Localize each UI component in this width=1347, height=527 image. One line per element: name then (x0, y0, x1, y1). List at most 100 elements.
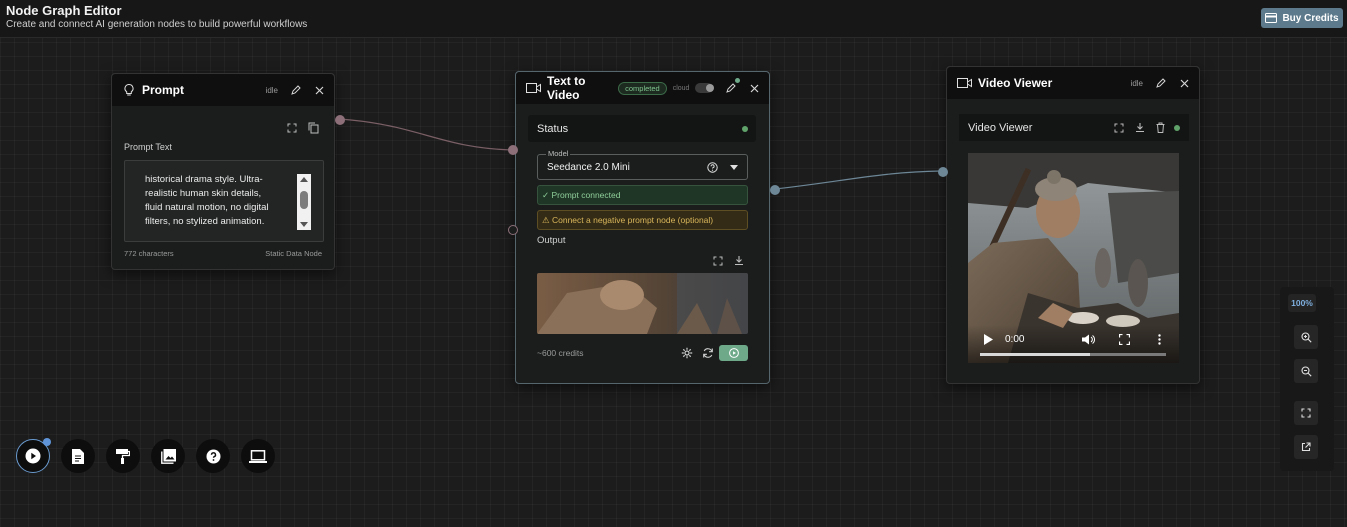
char-count: 772 characters (124, 249, 174, 258)
zoom-in-button[interactable] (1294, 325, 1318, 349)
document-icon (72, 448, 84, 464)
refresh-icon[interactable] (702, 347, 714, 359)
video-progress-bar[interactable] (980, 353, 1166, 356)
prompt-output-port[interactable] (335, 115, 345, 125)
play-circle-icon (728, 348, 739, 358)
prompt-textarea[interactable]: historical drama style. Ultra-realistic … (124, 160, 324, 242)
external-link-icon (1301, 442, 1311, 452)
scroll-down-arrow[interactable] (300, 222, 308, 227)
toolbar-play-button[interactable] (16, 438, 51, 473)
zoom-level[interactable]: 100% (1288, 294, 1316, 312)
toolbar-help-button[interactable] (196, 439, 230, 473)
copy-icon[interactable] (308, 122, 319, 134)
viewer-node-header[interactable]: Video Viewer idle (947, 67, 1199, 99)
cloud-toggle[interactable] (695, 83, 714, 93)
prompt-field-label: Prompt Text (124, 142, 172, 152)
toolbar-paint-button[interactable] (106, 439, 140, 473)
video-camera-icon (526, 82, 541, 94)
play-icon[interactable] (984, 334, 993, 345)
expand-icon[interactable] (1114, 123, 1124, 133)
node-kind: Static Data Node (265, 249, 322, 258)
t2v-node-title: Text to Video (547, 74, 586, 102)
help-circle-icon[interactable] (707, 161, 718, 173)
status-section-title: Status (537, 122, 569, 135)
scroll-up-arrow[interactable] (300, 177, 308, 182)
model-select[interactable]: Model Seedance 2.0 Mini (537, 149, 748, 180)
zoom-out-button[interactable] (1294, 359, 1318, 383)
volume-icon[interactable] (1082, 334, 1095, 345)
fit-view-button[interactable] (1294, 401, 1318, 425)
edit-icon[interactable] (290, 84, 301, 96)
t2v-node-header[interactable]: Text to Video completed cloud (516, 72, 769, 104)
edit-icon[interactable] (1155, 77, 1166, 89)
fit-view-icon (1301, 408, 1311, 418)
node-status-text: idle (1130, 78, 1143, 88)
viewer-section-title: Video Viewer (968, 121, 1033, 134)
scroll-thumb[interactable] (300, 191, 308, 209)
prompt-node[interactable]: Prompt idle Prompt Text historical drama… (111, 73, 345, 270)
status-section: Status (528, 115, 756, 142)
video-camera-icon (957, 77, 972, 89)
settings-gear-icon[interactable] (681, 347, 693, 359)
download-icon[interactable] (734, 255, 744, 266)
paint-roller-icon (116, 448, 130, 464)
app-header: Node Graph Editor Create and connect AI … (0, 0, 1347, 38)
page-subtitle: Create and connect AI generation nodes t… (6, 19, 308, 30)
video-viewer-node[interactable]: Video Viewer idle Video Viewer 0:00 (938, 66, 1200, 384)
model-value: Seedance 2.0 Mini (547, 161, 630, 173)
prompt-node-header[interactable]: Prompt idle (112, 74, 334, 106)
model-legend: Model (546, 149, 571, 158)
buy-credits-label: Buy Credits (1282, 12, 1339, 24)
open-external-button[interactable] (1294, 435, 1318, 459)
output-thumbnail[interactable] (537, 273, 748, 334)
negative-prompt-input-port[interactable] (508, 225, 518, 235)
toolbar-laptop-button[interactable] (241, 439, 275, 473)
status-badge: completed (618, 81, 667, 95)
edge-prompt-to-t2v (339, 118, 513, 151)
close-icon[interactable] (750, 84, 759, 93)
prompt-scrollbar[interactable] (297, 174, 311, 230)
prompt-input-port[interactable] (508, 145, 518, 155)
output-label: Output (537, 235, 566, 246)
viewer-node-title: Video Viewer (978, 76, 1053, 90)
negative-prompt-hint-chip: ⚠ Connect a negative prompt node (option… (537, 210, 748, 230)
text-to-video-node[interactable]: Text to Video completed cloud Status Mod… (508, 71, 780, 384)
video-output-port[interactable] (770, 185, 780, 195)
video-progress-fill (980, 353, 1090, 356)
run-button[interactable] (719, 345, 748, 361)
viewer-status-dot (1174, 124, 1180, 131)
video-time: 0:00 (1005, 334, 1025, 345)
expand-icon[interactable] (713, 256, 723, 266)
cloud-label: cloud (672, 84, 690, 92)
close-icon[interactable] (315, 86, 324, 95)
toolbar-document-button[interactable] (61, 439, 95, 473)
node-status-text: idle (265, 85, 278, 95)
more-vertical-icon[interactable] (1158, 334, 1161, 345)
page-title: Node Graph Editor (6, 3, 122, 18)
trash-icon[interactable] (1156, 122, 1165, 133)
prompt-node-title: Prompt (142, 83, 184, 97)
chevron-down-icon[interactable] (730, 164, 738, 170)
download-icon[interactable] (1135, 122, 1145, 133)
edit-indicator-dot (735, 77, 740, 83)
zoom-out-icon (1300, 365, 1312, 377)
laptop-icon (249, 449, 267, 463)
credits-estimate: ~600 credits (537, 348, 584, 358)
edge-t2v-to-viewer (774, 170, 942, 190)
video-controls: 0:00 (968, 325, 1179, 363)
play-icon (25, 448, 41, 464)
edit-icon[interactable] (725, 77, 740, 94)
fullscreen-icon[interactable] (1119, 334, 1130, 345)
close-icon[interactable] (1180, 79, 1189, 88)
buy-credits-button[interactable]: Buy Credits (1261, 8, 1343, 28)
notification-dot (43, 438, 51, 446)
toolbar-gallery-button[interactable] (151, 439, 185, 473)
expand-icon[interactable] (287, 123, 297, 133)
video-input-port[interactable] (938, 167, 948, 177)
lightbulb-icon (122, 83, 136, 97)
prompt-connected-chip: ✓ Prompt connected (537, 185, 748, 205)
video-player[interactable]: 0:00 (968, 153, 1179, 363)
prompt-text-value: historical drama style. Ultra-realistic … (145, 174, 269, 227)
gallery-icon (160, 448, 176, 464)
zoom-controls: 100% (1280, 287, 1334, 471)
